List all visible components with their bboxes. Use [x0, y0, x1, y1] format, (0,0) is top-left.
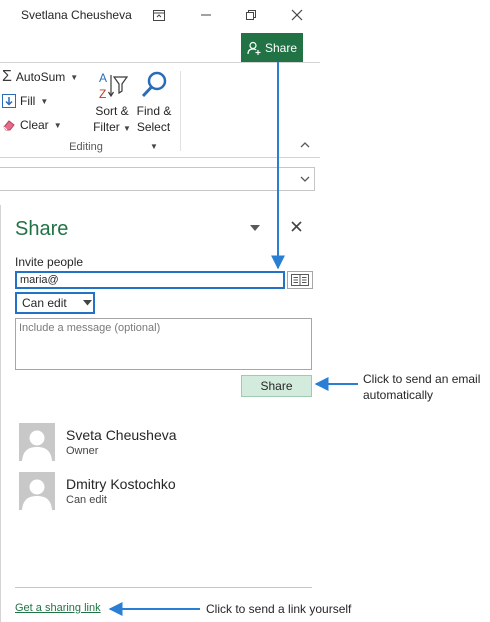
- annotation-arrows: [108, 62, 358, 616]
- link-annotation: Click to send a link yourself: [206, 602, 352, 616]
- email-annotation: Click to send an email automatically: [363, 372, 481, 402]
